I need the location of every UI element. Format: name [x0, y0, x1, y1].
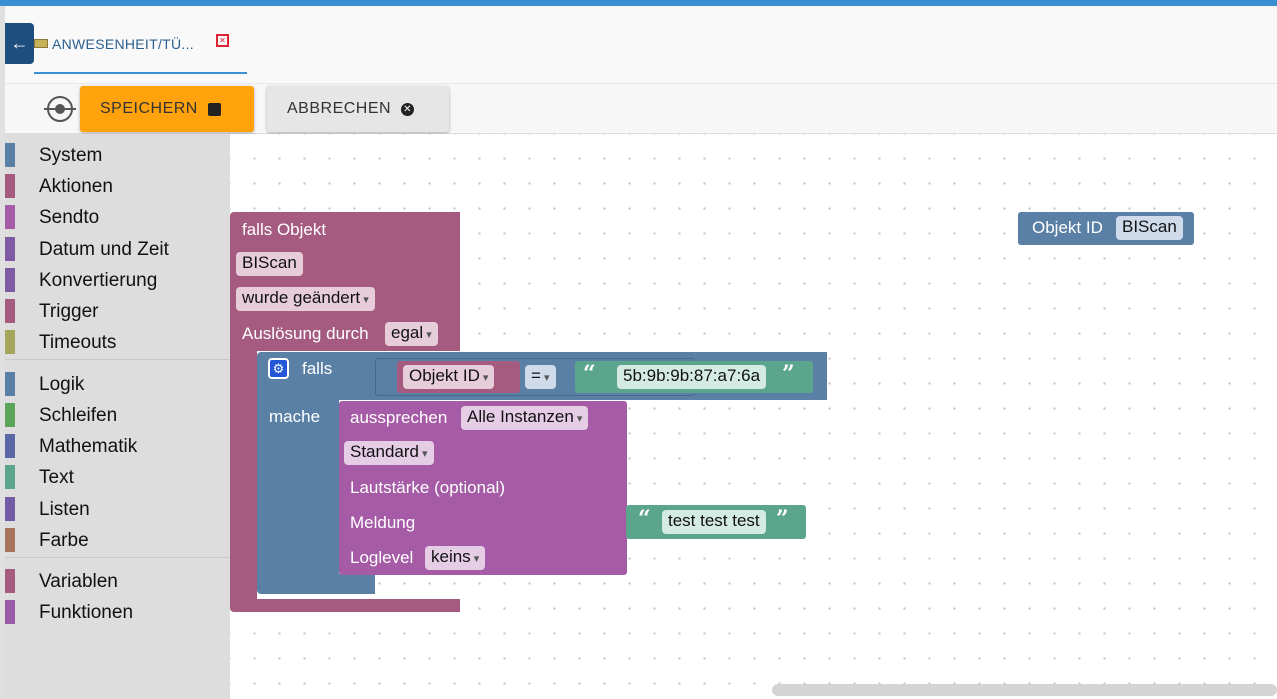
category-swatch — [5, 465, 15, 489]
category-label: Sendto — [39, 207, 100, 228]
trigger-change-dropdown[interactable]: wurde geändert — [236, 287, 375, 311]
category-sendto[interactable]: Sendto — [5, 202, 230, 230]
category-aktionen[interactable]: Aktionen — [5, 171, 230, 199]
category-label: Konvertierung — [39, 270, 158, 291]
category-listen[interactable]: Listen — [5, 494, 230, 522]
category-swatch — [5, 497, 15, 521]
say-message-label: Meldung — [350, 513, 416, 532]
operator-dropdown[interactable]: = — [525, 365, 556, 389]
category-konvertierung[interactable]: Konvertierung — [5, 265, 230, 293]
category-swatch — [5, 569, 15, 593]
category-label: System — [39, 145, 103, 166]
do-label: mache — [269, 407, 321, 426]
message-text-value[interactable]: test test test — [662, 510, 766, 534]
tab-script[interactable]: ANWESENHEIT/TÜ... ✕ — [34, 28, 247, 74]
category-mathematik[interactable]: Mathematik — [5, 431, 230, 459]
locate-icon[interactable] — [44, 96, 76, 122]
back-arrow-icon[interactable]: ← — [5, 23, 34, 64]
category-swatch — [5, 237, 15, 261]
category-swatch — [5, 174, 15, 198]
category-swatch — [5, 403, 15, 427]
category-label: Variablen — [39, 571, 118, 592]
category-timeouts[interactable]: Timeouts — [5, 327, 230, 355]
trigger-block-spine — [230, 351, 257, 599]
trigger-title: falls Objekt — [242, 220, 327, 239]
category-datum-und-zeit[interactable]: Datum und Zeit — [5, 234, 230, 262]
standalone-label: Objekt ID — [1032, 218, 1103, 237]
say-loglevel-dropdown[interactable]: keins — [425, 546, 486, 570]
category-label: Logik — [39, 374, 85, 395]
trigger-ack-label: Auslösung durch — [242, 324, 369, 343]
category-swatch — [5, 143, 15, 167]
close-icon[interactable]: ✕ — [216, 34, 229, 47]
open-quote-icon: “ — [583, 361, 596, 387]
category-label: Farbe — [39, 530, 89, 551]
cancel-icon: ✕ — [401, 102, 415, 116]
category-separator — [5, 359, 230, 360]
if-block-footer — [257, 574, 375, 594]
tab-title: ANWESENHEIT/TÜ... — [52, 36, 194, 52]
category-label: Trigger — [39, 301, 99, 322]
category-label: Datum und Zeit — [39, 239, 169, 260]
close-quote-icon: ” — [782, 361, 795, 387]
say-language-dropdown[interactable]: Standard — [344, 441, 434, 465]
standalone-object-id-block[interactable]: Objekt ID BIScan — [1018, 212, 1194, 245]
say-instance-dropdown[interactable]: Alle Instanzen — [461, 406, 589, 430]
category-label: Mathematik — [39, 436, 138, 457]
floppy-disk-icon — [207, 102, 221, 116]
category-trigger[interactable]: Trigger — [5, 296, 230, 324]
say-block[interactable]: aussprechen Alle Instanzen Standard Laut… — [339, 401, 627, 575]
category-swatch — [5, 268, 15, 292]
toolbar: SPEICHERN ABBRECHEN ✕ — [5, 84, 1277, 134]
say-label: aussprechen — [350, 408, 448, 427]
save-label: SPEICHERN — [100, 100, 198, 117]
category-variablen[interactable]: Variablen — [5, 566, 230, 594]
block-category-sidebar: System Aktionen Sendto Datum und Zeit Ko… — [5, 134, 230, 699]
category-swatch — [5, 600, 15, 624]
gear-icon[interactable]: ⚙ — [268, 358, 289, 379]
message-text-block[interactable]: “ test test test ” — [626, 505, 806, 539]
close-quote-icon: ” — [776, 506, 789, 532]
category-system[interactable]: System — [5, 140, 230, 168]
category-farbe[interactable]: Farbe — [5, 525, 230, 553]
category-logik[interactable]: Logik — [5, 369, 230, 397]
open-quote-icon: “ — [638, 506, 651, 532]
string-block[interactable]: “ 5b:9b:9b:87:a7:6a ” — [575, 361, 813, 393]
category-separator — [5, 557, 230, 558]
horizontal-scrollbar[interactable] — [772, 684, 1277, 696]
say-volume-label: Lautstärke (optional) — [350, 478, 505, 497]
category-swatch — [5, 372, 15, 396]
blockly-workspace[interactable]: falls Objekt BIScan wurde geändert Auslö… — [230, 134, 1277, 699]
standalone-value[interactable]: BIScan — [1116, 216, 1183, 240]
cancel-button[interactable]: ABBRECHEN ✕ — [267, 86, 449, 132]
category-label: Listen — [39, 499, 90, 520]
object-id-block[interactable]: Objekt ID — [397, 361, 520, 393]
category-funktionen[interactable]: Funktionen — [5, 597, 230, 625]
trigger-block-footer — [230, 599, 460, 612]
object-id-dropdown[interactable]: Objekt ID — [403, 365, 495, 389]
if-label: falls — [302, 359, 333, 378]
category-label: Timeouts — [39, 332, 117, 353]
script-icon — [34, 39, 48, 48]
string-value[interactable]: 5b:9b:9b:87:a7:6a — [617, 365, 767, 389]
trigger-ack-dropdown[interactable]: egal — [385, 322, 438, 346]
category-label: Text — [39, 467, 74, 488]
category-text[interactable]: Text — [5, 462, 230, 490]
category-label: Schleifen — [39, 405, 118, 426]
category-label: Funktionen — [39, 602, 134, 623]
category-swatch — [5, 434, 15, 458]
trigger-object-field[interactable]: BIScan — [236, 252, 303, 276]
category-label: Aktionen — [39, 176, 113, 197]
category-swatch — [5, 205, 15, 229]
cancel-label: ABBRECHEN — [287, 100, 392, 117]
category-swatch — [5, 299, 15, 323]
save-button[interactable]: SPEICHERN — [80, 86, 254, 132]
say-loglevel-label: Loglevel — [350, 548, 414, 567]
category-schleifen[interactable]: Schleifen — [5, 400, 230, 428]
category-swatch — [5, 528, 15, 552]
category-swatch — [5, 330, 15, 354]
